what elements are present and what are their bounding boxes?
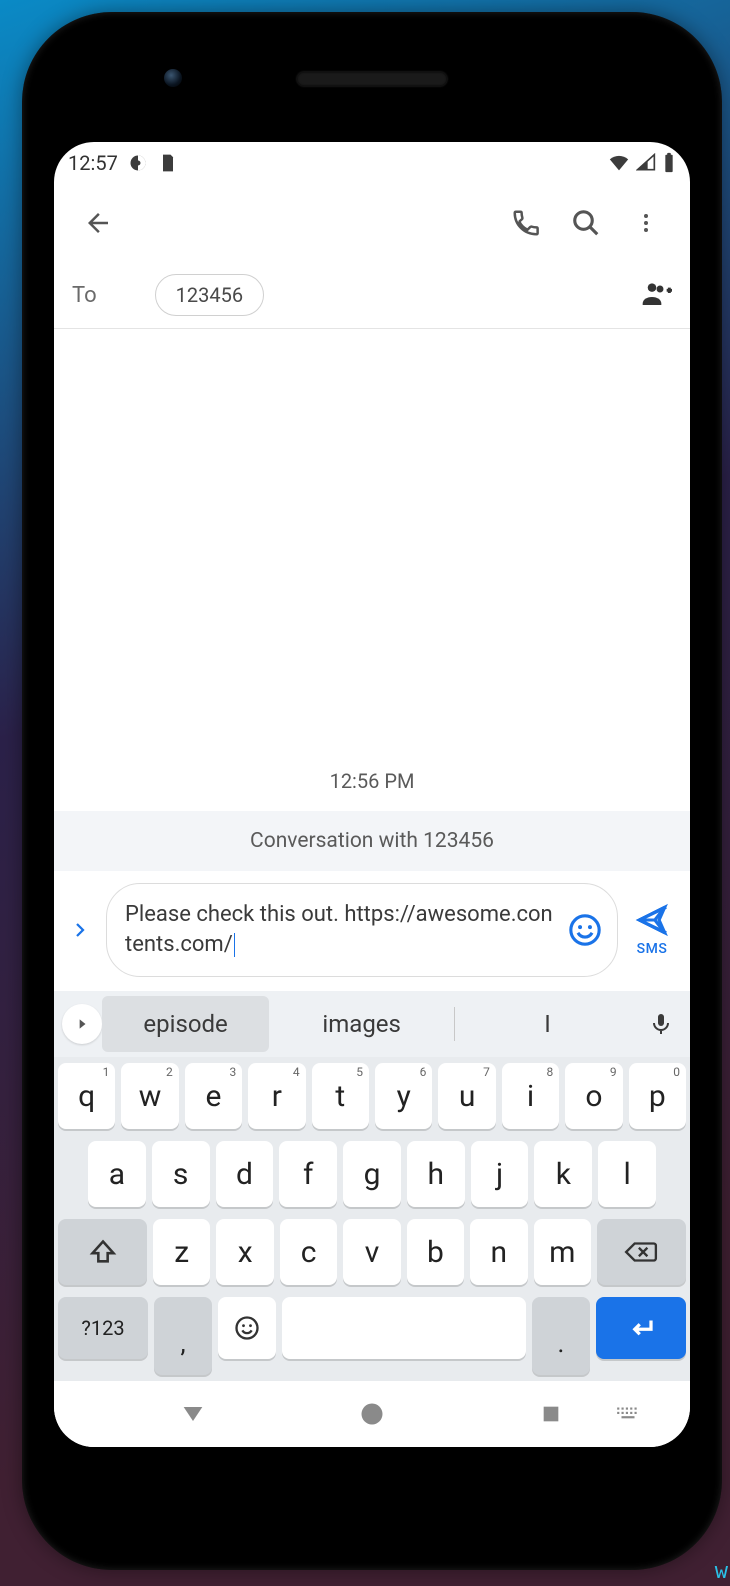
suggestion-3[interactable]: I (455, 996, 640, 1052)
key-j[interactable]: j (471, 1141, 529, 1207)
conversation-timestamp: 12:56 PM (54, 759, 690, 811)
key-m[interactable]: m (534, 1219, 591, 1285)
key-y[interactable]: y6 (375, 1063, 432, 1129)
expand-compose-button[interactable] (60, 900, 100, 960)
comma-key[interactable]: , (154, 1297, 212, 1375)
phone-screen: 12:57 (54, 142, 690, 1447)
suggestion-expand-button[interactable] (62, 1004, 102, 1044)
conversation-area: 12:56 PM Conversation with 123456 (54, 329, 690, 871)
key-k[interactable]: k (534, 1141, 592, 1207)
nav-back-button[interactable] (173, 1394, 213, 1434)
key-w[interactable]: w2 (121, 1063, 178, 1129)
recipient-chip[interactable]: 123456 (155, 274, 264, 316)
to-label: To (72, 283, 97, 308)
add-recipient-button[interactable] (640, 277, 672, 313)
message-text: Please check this out. https://awesome.c… (125, 902, 553, 957)
emoji-key[interactable] (218, 1297, 276, 1359)
navigation-bar (54, 1381, 690, 1447)
phone-frame: 12:57 (22, 12, 722, 1570)
send-button[interactable]: SMS (624, 903, 680, 957)
nav-home-button[interactable] (352, 1394, 392, 1434)
key-u[interactable]: u7 (438, 1063, 495, 1129)
more-options-button[interactable] (616, 193, 676, 253)
key-l[interactable]: l (598, 1141, 656, 1207)
key-b[interactable]: b (407, 1219, 464, 1285)
app-bar (54, 184, 690, 262)
status-time: 12:57 (68, 151, 118, 175)
key-q[interactable]: q1 (58, 1063, 115, 1129)
call-button[interactable] (496, 193, 556, 253)
phone-front-camera (164, 69, 182, 87)
key-a[interactable]: a (88, 1141, 146, 1207)
cell-signal-icon (636, 153, 656, 173)
key-row-1: q1w2e3r4t5y6u7i8o9p0 (54, 1057, 690, 1135)
status-bar: 12:57 (54, 142, 690, 184)
space-key[interactable] (282, 1297, 526, 1359)
send-label: SMS (637, 941, 668, 957)
battery-icon (662, 152, 676, 174)
keyboard-switcher-button[interactable] (608, 1394, 648, 1434)
voice-input-button[interactable] (640, 1009, 682, 1039)
shift-key[interactable] (58, 1219, 147, 1285)
key-row-2: asdfghjkl (54, 1135, 690, 1213)
key-r[interactable]: r4 (248, 1063, 305, 1129)
text-cursor (234, 933, 235, 957)
symbols-key[interactable]: ?123 (58, 1297, 148, 1359)
emoji-button[interactable] (563, 908, 607, 952)
key-c[interactable]: c (280, 1219, 337, 1285)
recipient-row: To 123456 (54, 262, 690, 329)
compose-row: Please check this out. https://awesome.c… (54, 871, 690, 991)
enter-key[interactable] (596, 1297, 686, 1359)
key-n[interactable]: n (470, 1219, 527, 1285)
notification-icon (128, 153, 148, 173)
key-s[interactable]: s (152, 1141, 210, 1207)
key-d[interactable]: d (216, 1141, 274, 1207)
key-p[interactable]: p0 (629, 1063, 686, 1129)
compose-bubble: Please check this out. https://awesome.c… (106, 883, 618, 977)
key-row-4: ?123 , . (54, 1291, 690, 1381)
watermark: w (715, 1559, 728, 1584)
phone-speaker (297, 72, 447, 86)
search-button[interactable] (556, 193, 616, 253)
key-row-3: zxcvbnm (54, 1213, 690, 1291)
nav-recents-button[interactable] (531, 1394, 571, 1434)
key-t[interactable]: t5 (312, 1063, 369, 1129)
wifi-icon (608, 152, 630, 174)
message-input[interactable]: Please check this out. https://awesome.c… (125, 900, 563, 959)
suggestion-1[interactable]: episode (102, 996, 269, 1052)
conversation-header: Conversation with 123456 (54, 811, 690, 871)
suggestion-2[interactable]: images (269, 996, 454, 1052)
sd-card-icon (158, 153, 178, 173)
backspace-key[interactable] (597, 1219, 686, 1285)
key-x[interactable]: x (216, 1219, 273, 1285)
key-v[interactable]: v (343, 1219, 400, 1285)
period-key[interactable]: . (532, 1297, 590, 1375)
key-z[interactable]: z (153, 1219, 210, 1285)
send-icon (635, 903, 669, 941)
key-o[interactable]: o9 (565, 1063, 622, 1129)
back-button[interactable] (68, 193, 128, 253)
key-h[interactable]: h (407, 1141, 465, 1207)
key-f[interactable]: f (279, 1141, 337, 1207)
key-g[interactable]: g (343, 1141, 401, 1207)
keyboard: episode images I q1w2e3r4t5y6u7i8o9p0 as… (54, 991, 690, 1381)
key-e[interactable]: e3 (185, 1063, 242, 1129)
key-i[interactable]: i8 (502, 1063, 559, 1129)
suggestion-row: episode images I (54, 991, 690, 1057)
